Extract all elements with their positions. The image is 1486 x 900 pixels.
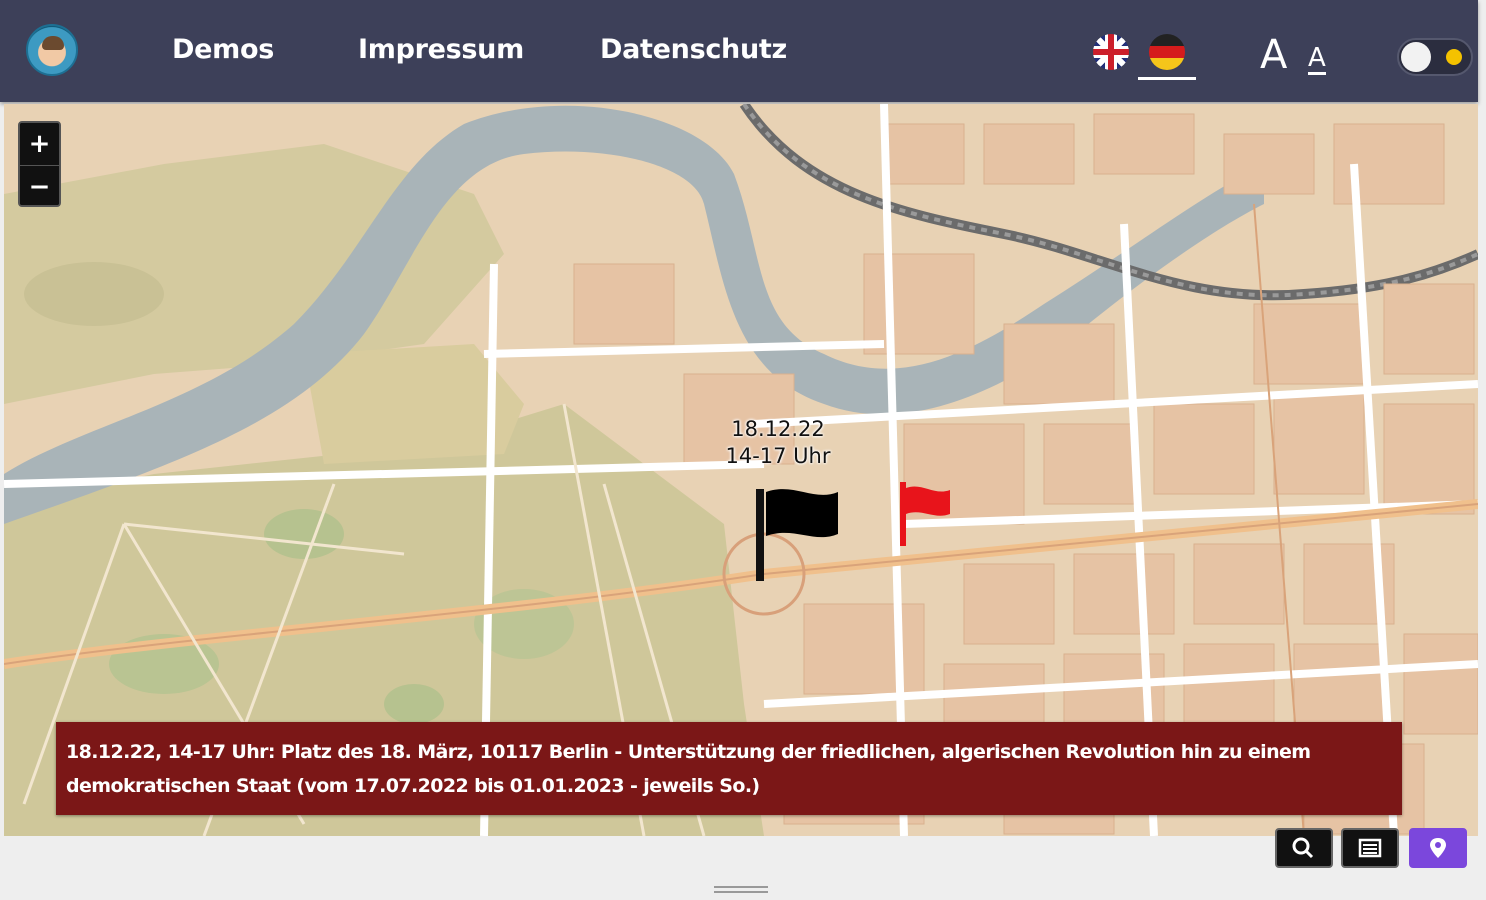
location-button[interactable]: [1409, 828, 1467, 868]
nav-demos-link[interactable]: Demos: [172, 34, 274, 65]
sun-icon: [1446, 49, 1462, 65]
german-flag-icon[interactable]: [1149, 34, 1185, 70]
list-button[interactable]: [1341, 828, 1399, 868]
selected-language-indicator: [1138, 77, 1196, 80]
top-navigation-bar: Demos Impressum Datenschutz A A: [0, 0, 1478, 102]
nav-datenschutz-link[interactable]: Datenschutz: [600, 34, 787, 65]
marker-label: 18.12.22 14-17 Uhr: [719, 416, 837, 470]
list-icon: [1358, 838, 1382, 858]
avatar-logo[interactable]: [26, 24, 78, 76]
font-size-small-button[interactable]: A: [1308, 44, 1326, 75]
uk-flag-icon[interactable]: [1093, 34, 1129, 70]
search-icon: [1292, 837, 1314, 859]
zoom-out-button[interactable]: −: [20, 165, 59, 205]
marker-date: 18.12.22: [731, 417, 825, 441]
toggle-knob: [1401, 42, 1431, 72]
event-info-banner: 18.12.22, 14-17 Uhr: Platz des 18. März,…: [56, 722, 1402, 815]
drag-handle[interactable]: [714, 886, 768, 896]
location-pin-icon: [1430, 838, 1446, 858]
nav-impressum-link[interactable]: Impressum: [358, 34, 524, 65]
dark-mode-toggle[interactable]: [1397, 38, 1473, 76]
zoom-control: + −: [18, 121, 61, 207]
font-size-large-button[interactable]: A: [1260, 32, 1287, 78]
marker-time: 14-17 Uhr: [725, 444, 831, 468]
search-button[interactable]: [1275, 828, 1333, 868]
zoom-in-button[interactable]: +: [20, 123, 59, 165]
